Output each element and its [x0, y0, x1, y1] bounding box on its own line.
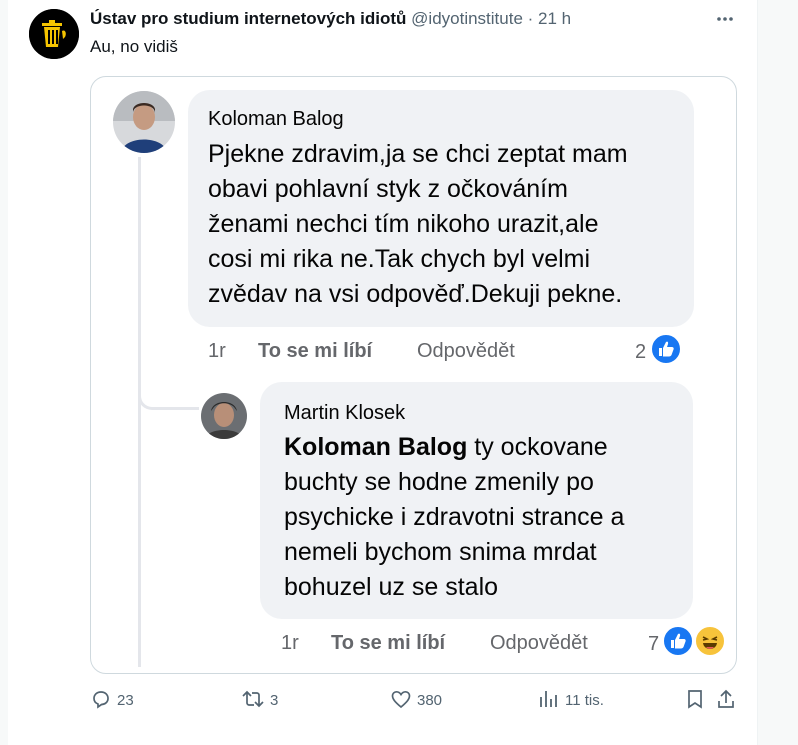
comment-line: zvědav na vsi odpověď.Dekuji pekne. [208, 280, 623, 308]
reply-line: psychicke i zdravotni strance a [284, 503, 625, 531]
replier-avatar [201, 393, 247, 439]
bookmark-icon[interactable] [684, 688, 706, 710]
reaction-count: 7 [648, 633, 660, 655]
comment-line: cosi mi rika ne.Tak chych byl velmi [208, 245, 591, 273]
repost-icon[interactable] [240, 688, 264, 710]
views-count: 11 tis. [565, 692, 604, 709]
reply-link[interactable]: Odpovědět [417, 340, 515, 363]
mention-link[interactable]: Koloman Balog [284, 433, 467, 461]
share-icon[interactable] [715, 688, 737, 710]
comment-line: obavi pohlavní styk z očkováním [208, 175, 568, 203]
thread-connector [138, 357, 199, 410]
haha-reaction-icon [694, 625, 726, 657]
comment-line: ženami nechci tím nikoho urazit,ale [208, 210, 599, 238]
like-icon[interactable] [390, 688, 412, 710]
timestamp[interactable]: 21 h [538, 9, 571, 28]
reply-bubble: Martin Klosek Koloman Balog ty ockovane … [260, 382, 693, 619]
reaction-count: 2 [635, 341, 647, 363]
comment-age: 1r [208, 340, 226, 362]
like-link[interactable]: To se mi líbí [258, 340, 372, 363]
reply-icon[interactable] [90, 688, 112, 710]
trash-logo-icon [29, 9, 79, 59]
like-link[interactable]: To se mi líbí [331, 632, 445, 655]
comment-text: Pjekne zdravim,ja se chci zeptat mam oba… [208, 137, 628, 312]
comment-author[interactable]: Koloman Balog [208, 108, 344, 131]
reply-link[interactable]: Odpovědět [490, 632, 588, 655]
reply-line-rest: ty ockovane [467, 433, 608, 461]
reply-age: 1r [281, 632, 299, 654]
reply-line: bohuzel uz se stalo [284, 573, 499, 601]
views-icon[interactable] [537, 688, 559, 710]
like-reaction-icon [662, 625, 694, 657]
separator: · [522, 9, 539, 28]
reply-line: Koloman Balog ty ockovane [284, 430, 624, 465]
tweet-actions: 23 3 380 11 tis. [90, 688, 735, 718]
reply-text: Koloman Balog ty ockovane buchty se hodn… [284, 430, 624, 605]
reply-line: nemeli bychom snima mrdat [284, 538, 597, 566]
reply-line: buchty se hodne zmenily po [284, 468, 594, 496]
author-name[interactable]: Ústav pro studium internetových idiotů [90, 9, 406, 28]
commenter-avatar [113, 91, 175, 153]
comment-bubble: Koloman Balog Pjekne zdravim,ja se chci … [188, 90, 694, 327]
like-reaction-icon [650, 333, 682, 365]
reply-count: 23 [117, 692, 134, 709]
attached-image[interactable]: Koloman Balog Pjekne zdravim,ja se chci … [90, 76, 737, 674]
author-handle[interactable]: @idyotinstitute [411, 9, 523, 28]
profile-avatar[interactable] [29, 9, 79, 59]
like-count: 380 [417, 692, 443, 709]
more-options-icon[interactable] [714, 8, 736, 30]
tweet-header: Ústav pro studium internetových idiotů @… [90, 9, 571, 29]
thread-line [138, 157, 141, 667]
tweet[interactable]: Ústav pro studium internetových idiotů @… [8, 0, 758, 745]
repost-count: 3 [270, 692, 279, 709]
tweet-text: Au, no vidiš [90, 37, 178, 56]
comment-line: Pjekne zdravim,ja se chci zeptat mam [208, 140, 628, 168]
reply-author[interactable]: Martin Klosek [284, 402, 405, 425]
